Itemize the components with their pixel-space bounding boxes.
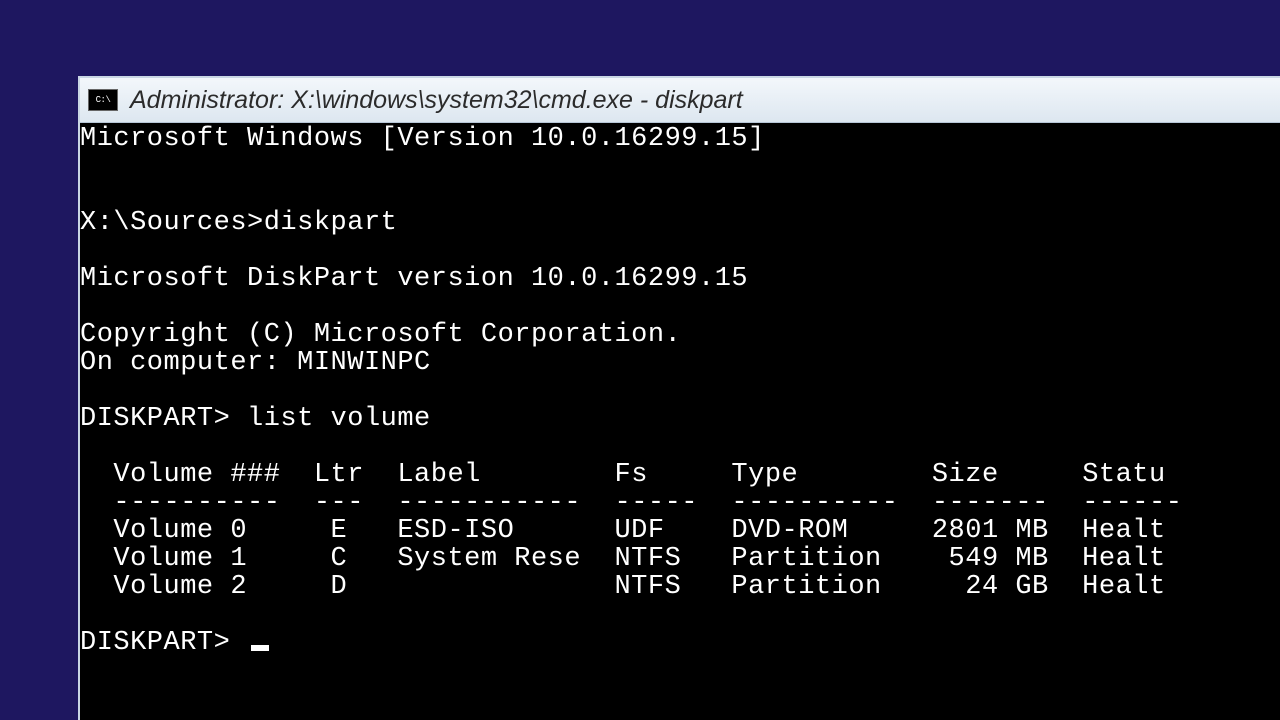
- entered-command: diskpart: [264, 208, 398, 238]
- hdr-status: Statu: [1082, 460, 1166, 490]
- cmd-icon[interactable]: [88, 89, 118, 111]
- copyright-line: Copyright (C) Microsoft Corporation.: [80, 320, 681, 350]
- computer-line: On computer: MINWINPC: [80, 348, 431, 378]
- hdr-type: Type: [731, 460, 798, 490]
- titlebar[interactable]: Administrator: X:\windows\system32\cmd.e…: [80, 78, 1280, 123]
- diskpart-banner: Microsoft DiskPart version 10.0.16299.15: [80, 264, 748, 294]
- hdr-size: Size: [932, 460, 999, 490]
- hdr-label: Label: [397, 460, 481, 490]
- cwd-prompt: X:\Sources>: [80, 208, 264, 238]
- table-dash-row: ---------- --- ----------- ----- -------…: [80, 488, 1182, 518]
- hdr-ltr: Ltr: [314, 460, 364, 490]
- desktop: Administrator: X:\windows\system32\cmd.e…: [0, 0, 1280, 720]
- terminal-output[interactable]: Microsoft Windows [Version 10.0.16299.15…: [80, 123, 1280, 657]
- window-title: Administrator: X:\windows\system32\cmd.e…: [130, 86, 743, 115]
- hdr-fs: Fs: [615, 460, 648, 490]
- terminal[interactable]: Microsoft Windows [Version 10.0.16299.15…: [80, 123, 1280, 720]
- dp-prompt-1: DISKPART>: [80, 404, 230, 434]
- cmd-window: Administrator: X:\windows\system32\cmd.e…: [78, 76, 1280, 720]
- dp-command: list volume: [247, 404, 431, 434]
- table-header-row: Volume ### Ltr Label Fs Type Size Statu: [80, 460, 1166, 490]
- cursor: [251, 645, 269, 651]
- hdr-volnum: Volume ###: [113, 460, 280, 490]
- dp-prompt-2: DISKPART>: [80, 628, 230, 658]
- volume-rows: Volume 0 E ESD-ISO UDF DVD-ROM 2801 MB H…: [80, 516, 1166, 602]
- os-banner: Microsoft Windows [Version 10.0.16299.15…: [80, 124, 765, 154]
